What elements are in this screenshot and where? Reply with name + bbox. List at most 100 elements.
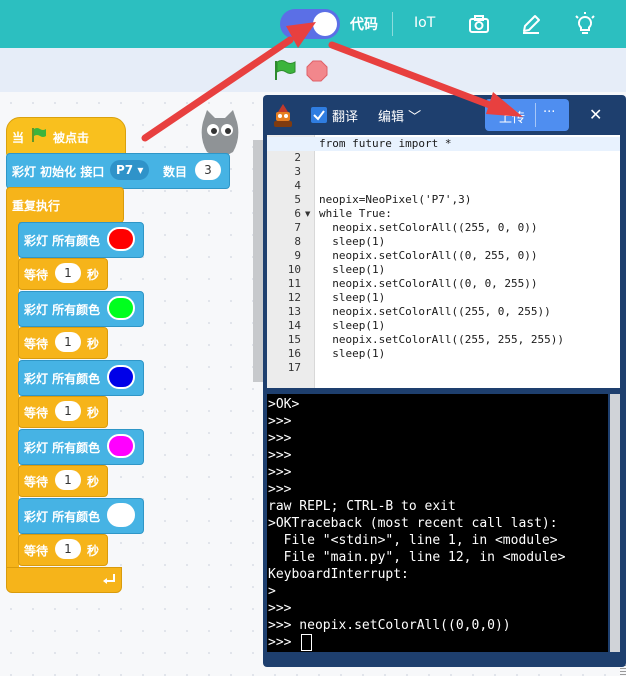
set-color-label: 彩灯 所有颜色 — [24, 441, 101, 455]
wait-label: 等待 — [24, 544, 49, 558]
hat-block-suffix: 被点击 — [53, 131, 90, 145]
workspace-scrollbar[interactable] — [253, 140, 263, 382]
terminal-line: >>> — [268, 482, 292, 497]
code-line[interactable]: neopix.setColorAll((0, 0, 255)) — [319, 277, 537, 291]
translate-checkbox[interactable] — [311, 107, 327, 123]
terminal-line: >>> neopix.setColorAll((0,0,0)) — [268, 618, 511, 633]
port-dropdown[interactable]: P7 ▾ — [110, 160, 150, 180]
top-toolbar: 代码 IoT — [0, 0, 626, 48]
loop-label: 重复执行 — [12, 199, 61, 213]
terminal-scrollbar[interactable] — [610, 394, 620, 652]
terminal-line: >>> — [268, 465, 292, 480]
wait-label: 等待 — [24, 337, 49, 351]
line-number: 17 — [287, 361, 301, 374]
wait-seconds-input[interactable]: 1 — [55, 401, 81, 421]
stop-icon[interactable] — [306, 60, 328, 82]
wait-label: 等待 — [24, 268, 49, 282]
chevron-down-icon: ﹀ — [408, 110, 422, 125]
color-swatch-green[interactable] — [107, 296, 135, 320]
loop-arrow-icon — [103, 574, 115, 584]
close-panel-button[interactable]: ✕ — [589, 105, 602, 124]
terminal-line: >>> — [268, 414, 292, 429]
terminal-line: >>> — [268, 601, 292, 616]
count-input[interactable]: 3 — [195, 160, 221, 180]
edit-menu[interactable]: 编辑 ﹀ — [378, 106, 421, 125]
code-line[interactable]: while True: — [319, 207, 392, 221]
code-line[interactable]: neopix.setColorAll((0, 255, 0)) — [319, 249, 537, 263]
color-swatch-blue[interactable] — [107, 365, 135, 389]
color-swatch-white[interactable] — [107, 503, 135, 527]
edit-menu-label: 编辑 — [378, 110, 405, 125]
green-flag-icon — [32, 128, 46, 142]
wait-unit: 秒 — [87, 268, 100, 282]
wait-unit: 秒 — [87, 406, 100, 420]
terminal-line: File "<stdin>", line 1, in <module> — [268, 533, 558, 548]
code-editor[interactable]: 1234567891011121314151617▼ from future i… — [267, 135, 620, 388]
terminal-line: >>> — [268, 431, 292, 446]
code-line[interactable]: sleep(1) — [319, 319, 385, 333]
code-line[interactable]: neopix.setColorAll((255, 0, 255)) — [319, 305, 551, 319]
wait-label: 等待 — [24, 475, 49, 489]
upload-button-group: 上传 ··· — [485, 99, 569, 131]
terminal-line: >OK> — [268, 397, 300, 412]
line-number: 3 — [294, 165, 301, 178]
translate-label: 翻译 — [332, 110, 359, 125]
line-number: 12 — [287, 291, 301, 304]
line-number: 10 — [287, 263, 301, 276]
code-line[interactable]: sleep(1) — [319, 263, 385, 277]
line-number: 11 — [287, 277, 301, 290]
wait-seconds-input[interactable]: 1 — [55, 539, 81, 559]
code-mode-label: 代码 — [350, 17, 378, 33]
code-line[interactable]: sleep(1) — [319, 291, 385, 305]
line-number: 14 — [287, 319, 301, 332]
line-number: 7 — [294, 221, 301, 234]
green-flag-icon[interactable] — [273, 59, 297, 81]
set-color-label: 彩灯 所有颜色 — [24, 303, 101, 317]
camera-icon[interactable] — [467, 12, 491, 36]
code-line[interactable]: sleep(1) — [319, 347, 385, 361]
set-color-label: 彩灯 所有颜色 — [24, 510, 101, 524]
line-number: 15 — [287, 333, 301, 346]
code-line[interactable]: neopix=NeoPixel('P7',3) — [319, 193, 471, 207]
toolbar-divider — [392, 12, 393, 36]
set-color-label: 彩灯 所有颜色 — [24, 372, 101, 386]
code-line[interactable]: neopix.setColorAll((255, 0, 0)) — [319, 221, 537, 235]
wait-seconds-input[interactable]: 1 — [55, 332, 81, 352]
robot-app-icon — [274, 104, 292, 127]
fold-toggle-icon[interactable]: ▼ — [305, 210, 310, 218]
hat-block-prefix: 当 — [12, 131, 25, 145]
iot-button[interactable]: IoT — [414, 15, 435, 31]
init-block-label: 彩灯 初始化 接口 — [12, 165, 105, 179]
line-number: 8 — [294, 235, 301, 248]
set-color-label: 彩灯 所有颜色 — [24, 234, 101, 248]
terminal-line: >OKTraceback (most recent call last): — [268, 516, 558, 531]
wait-unit: 秒 — [87, 475, 100, 489]
color-swatch-magenta[interactable] — [107, 434, 135, 458]
toggle-knob — [313, 12, 337, 36]
terminal-line: File "main.py", line 12, in <module> — [268, 550, 566, 565]
upload-divider — [535, 103, 536, 127]
lightbulb-icon[interactable] — [573, 12, 597, 36]
code-line[interactable]: from future import * — [319, 137, 451, 151]
more-options-button[interactable]: ··· — [543, 105, 555, 120]
upload-button[interactable]: 上传 — [499, 107, 525, 126]
count-label: 数目 — [163, 165, 188, 179]
repl-terminal[interactable]: >OK> >>> >>> >>> >>> >>> raw REPL; CTRL-B to e… — [267, 394, 608, 652]
terminal-line: >>> — [268, 634, 313, 651]
line-number: 9 — [294, 249, 301, 262]
pencil-icon[interactable] — [519, 12, 543, 36]
line-number-gutter: 1234567891011121314151617▼ — [267, 135, 315, 388]
terminal-line: >>> — [268, 448, 292, 463]
wait-label: 等待 — [24, 406, 49, 420]
wait-seconds-input[interactable]: 1 — [55, 263, 81, 283]
code-mode-toggle[interactable] — [280, 9, 340, 39]
line-number: 13 — [287, 305, 301, 318]
wait-seconds-input[interactable]: 1 — [55, 470, 81, 490]
code-line[interactable]: sleep(1) — [319, 235, 385, 249]
line-number: 6 — [294, 207, 301, 220]
color-swatch-red[interactable] — [107, 227, 135, 251]
line-number: 2 — [294, 151, 301, 164]
code-line[interactable]: neopix.setColorAll((255, 255, 255)) — [319, 333, 564, 347]
terminal-line: > — [268, 584, 276, 599]
terminal-cursor — [301, 634, 313, 651]
